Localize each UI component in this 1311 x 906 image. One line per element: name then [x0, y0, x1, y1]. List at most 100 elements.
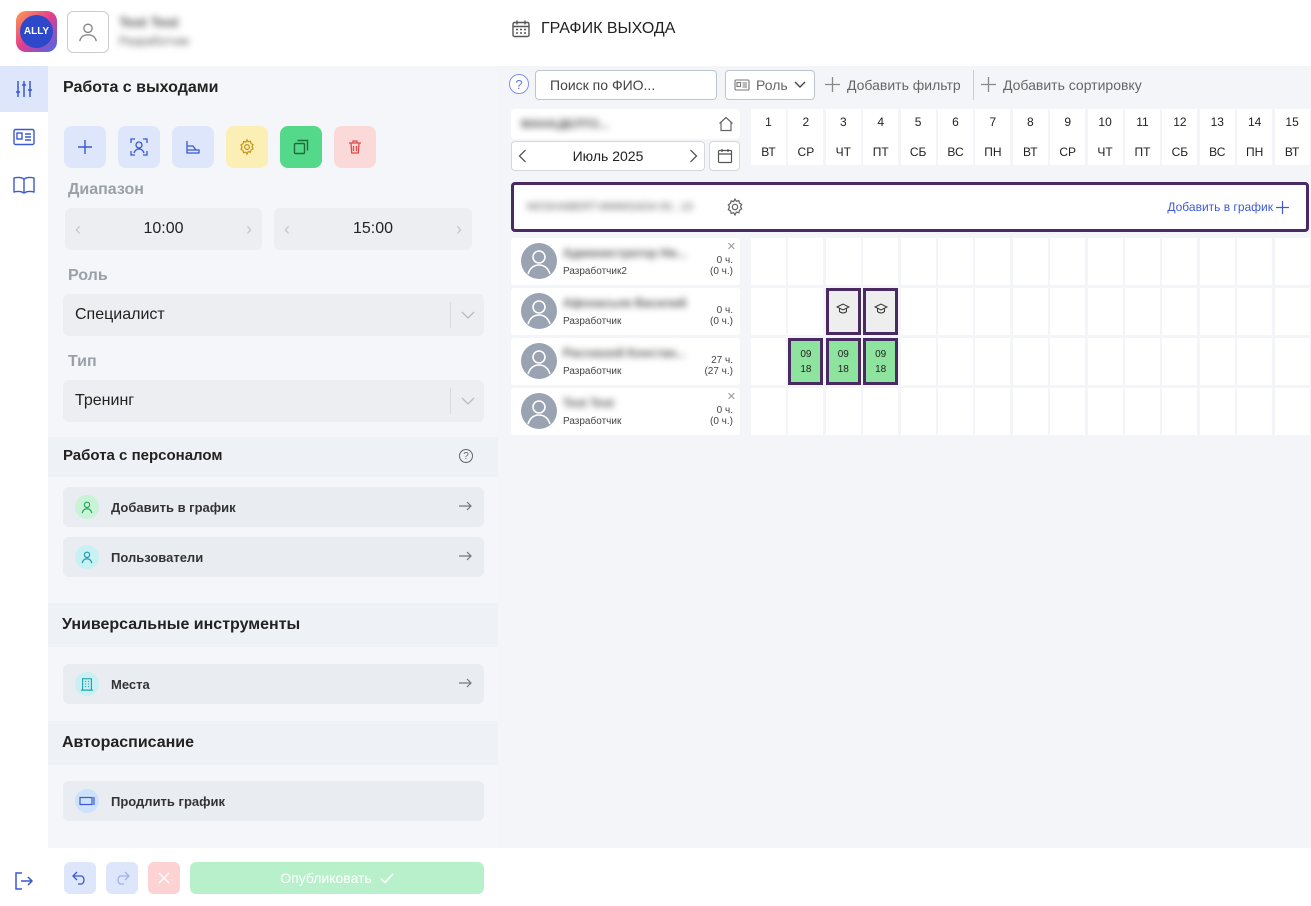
schedule-cell[interactable] [938, 338, 973, 385]
logout-button[interactable] [0, 858, 48, 904]
department-selector[interactable]: МАНАДЕЛТО... [511, 109, 740, 139]
schedule-cell[interactable] [900, 238, 936, 285]
shift-settings-button[interactable] [226, 126, 268, 168]
schedule-cell[interactable] [1012, 388, 1048, 435]
schedule-cell[interactable] [975, 288, 1011, 335]
undo-button[interactable] [64, 862, 96, 894]
schedule-cell[interactable] [1274, 288, 1310, 335]
schedule-cell[interactable] [1274, 238, 1310, 285]
schedule-cell[interactable] [900, 338, 936, 385]
schedule-cell[interactable] [900, 288, 936, 335]
schedule-cell[interactable] [1162, 288, 1198, 335]
copy-button[interactable] [280, 126, 322, 168]
chevron-right-icon[interactable]: › [246, 219, 252, 240]
chevron-right-icon[interactable]: › [456, 219, 462, 240]
schedule-cell[interactable] [1274, 338, 1310, 385]
remove-employee-icon[interactable]: ✕ [727, 240, 736, 253]
places-item[interactable]: Места [63, 664, 484, 704]
work-shift[interactable]: 09 18 [863, 338, 899, 385]
chevron-left-icon[interactable]: ‹ [75, 219, 81, 240]
schedule-cell[interactable] [863, 388, 899, 435]
add-shift-button[interactable] [64, 126, 106, 168]
schedule-cell[interactable] [975, 388, 1011, 435]
extend-schedule-item[interactable]: Продлить график [63, 781, 484, 821]
help-icon[interactable]: ? [509, 74, 529, 94]
add-sort-button[interactable]: Добавить сортировку [980, 76, 1142, 93]
schedule-cell[interactable] [1237, 238, 1273, 285]
training-shift[interactable] [825, 288, 861, 335]
schedule-cell[interactable] [825, 238, 861, 285]
eraser-button[interactable] [172, 126, 214, 168]
chevron-right-icon[interactable] [689, 149, 698, 163]
schedule-cell[interactable] [1050, 288, 1086, 335]
discard-button[interactable] [148, 862, 180, 894]
schedule-cell[interactable] [975, 338, 1011, 385]
schedule-cell[interactable] [1237, 338, 1273, 385]
add-filter-button[interactable]: Добавить фильтр [824, 76, 961, 93]
schedule-cell[interactable] [751, 288, 786, 335]
redo-button[interactable] [106, 862, 138, 894]
range-from-stepper[interactable]: ‹ 10:00 › [65, 208, 262, 250]
add-to-schedule-link[interactable]: Добавить в график [1167, 200, 1289, 214]
schedule-cell[interactable] [1012, 338, 1048, 385]
chevron-left-icon[interactable] [518, 149, 527, 163]
schedule-cell[interactable] [1087, 288, 1123, 335]
schedule-cell[interactable] [975, 238, 1011, 285]
schedule-cell[interactable] [938, 288, 973, 335]
schedule-cell[interactable] [1087, 388, 1123, 435]
role-filter-dropdown[interactable]: Роль [725, 70, 815, 100]
rail-settings-button[interactable] [0, 66, 48, 112]
delete-button[interactable] [334, 126, 376, 168]
add-to-schedule-item[interactable]: Добавить в график [63, 487, 484, 527]
schedule-cell[interactable] [1199, 288, 1235, 335]
schedule-cell[interactable] [1050, 238, 1086, 285]
home-icon[interactable] [718, 116, 734, 132]
schedule-cell[interactable] [1274, 388, 1310, 435]
employee-card[interactable]: Афонасьев Василий Разработчик 0 ч. (0 ч.) [511, 288, 740, 335]
schedule-cell[interactable] [751, 238, 786, 285]
training-shift[interactable] [863, 288, 899, 335]
profile-avatar[interactable] [67, 11, 109, 53]
schedule-cell[interactable] [1237, 388, 1273, 435]
schedule-cell[interactable] [1012, 238, 1048, 285]
schedule-cell[interactable] [863, 238, 899, 285]
schedule-cell[interactable] [1087, 338, 1123, 385]
schedule-cell[interactable] [1050, 338, 1086, 385]
chevron-left-icon[interactable]: ‹ [284, 219, 290, 240]
schedule-cell[interactable] [1162, 388, 1198, 435]
schedule-cell[interactable] [1199, 388, 1235, 435]
employee-card[interactable]: Администратор Ни... Разработчик2 0 ч. (0 ч.… [511, 238, 740, 285]
employee-card[interactable]: Test Test Разработчик 0 ч. (0 ч.) ✕ [511, 388, 740, 435]
schedule-cell[interactable] [1125, 388, 1160, 435]
users-item[interactable]: Пользователи [63, 537, 484, 577]
schedule-cell[interactable] [938, 238, 973, 285]
schedule-cell[interactable] [1012, 288, 1048, 335]
schedule-cell[interactable] [1125, 288, 1160, 335]
date-picker-button[interactable] [709, 141, 740, 171]
schedule-cell[interactable] [1162, 338, 1198, 385]
select-users-button[interactable] [118, 126, 160, 168]
schedule-cell[interactable] [1050, 388, 1086, 435]
help-icon[interactable]: ? [459, 449, 473, 463]
schedule-cell[interactable] [1087, 238, 1123, 285]
schedule-cell[interactable] [900, 388, 936, 435]
schedule-cell[interactable] [1199, 338, 1235, 385]
work-shift[interactable]: 09 18 [788, 338, 824, 385]
schedule-cell[interactable] [751, 388, 786, 435]
schedule-cell[interactable] [788, 288, 824, 335]
schedule-cell[interactable] [1162, 238, 1198, 285]
range-to-stepper[interactable]: ‹ 15:00 › [274, 208, 472, 250]
schedule-cell[interactable] [788, 238, 824, 285]
work-shift[interactable]: 09 18 [825, 338, 861, 385]
schedule-cell[interactable] [825, 388, 861, 435]
role-select[interactable]: Специалист [63, 294, 484, 336]
type-select[interactable]: Тренинг [63, 380, 484, 422]
publish-button[interactable]: Опубликовать [190, 862, 484, 894]
schedule-cell[interactable] [1125, 338, 1160, 385]
gear-icon[interactable] [725, 197, 745, 217]
employee-card[interactable]: Рассказой Констан... Разработчик 27 ч. (27 … [511, 338, 740, 385]
schedule-cell[interactable] [788, 388, 824, 435]
schedule-cell[interactable] [751, 338, 786, 385]
rail-card-button[interactable] [0, 114, 48, 160]
app-logo[interactable]: ALLY [16, 11, 57, 52]
